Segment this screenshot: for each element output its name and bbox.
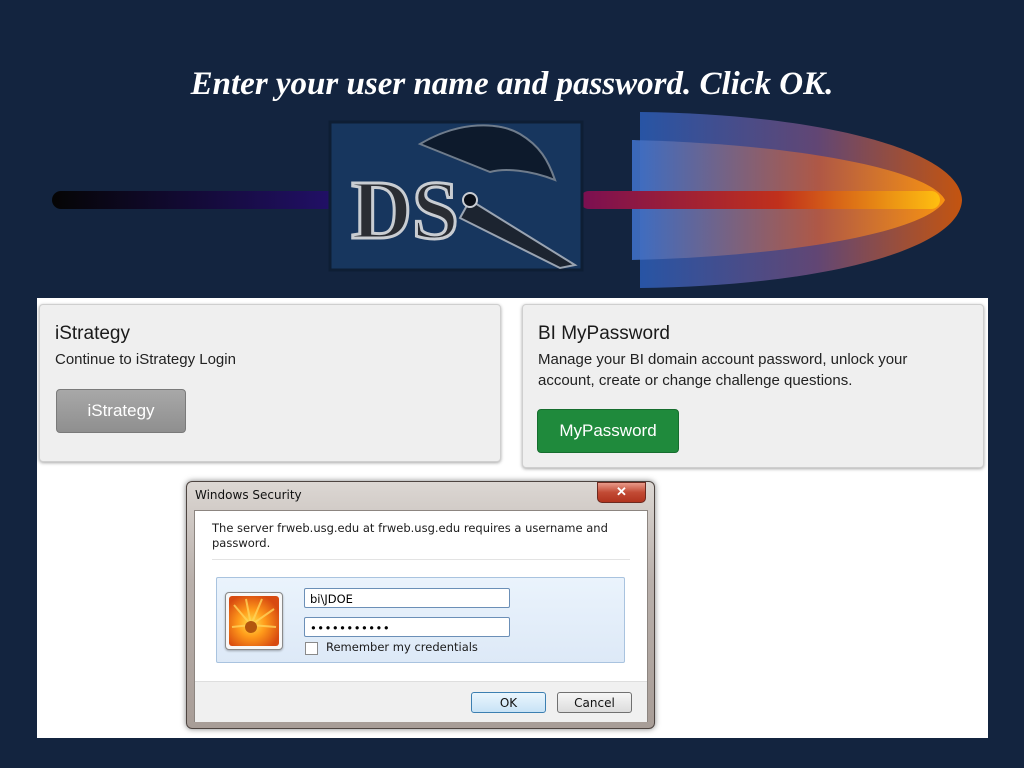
ds-roadrunner-logo-icon: DS xyxy=(328,120,584,272)
close-icon[interactable]: ✕ xyxy=(597,482,646,503)
windows-security-dialog: Windows Security ✕ The server frweb.usg.… xyxy=(186,481,655,729)
dialog-message: The server frweb.usg.edu at frweb.usg.ed… xyxy=(212,521,608,550)
istrategy-button[interactable]: iStrategy xyxy=(56,389,186,433)
remember-credentials-checkbox[interactable] xyxy=(305,642,318,655)
mypassword-button[interactable]: MyPassword xyxy=(537,409,679,453)
dialog-footer: OK Cancel xyxy=(195,681,647,722)
password-input[interactable]: ••••••••••• xyxy=(304,617,510,637)
dialog-divider xyxy=(212,559,630,560)
istrategy-panel-title: iStrategy xyxy=(55,323,130,344)
credential-tile-box: bi\JDOE ••••••••••• Remember my credenti… xyxy=(216,577,625,663)
mypassword-panel-description: Manage your BI domain account password, … xyxy=(538,351,908,389)
ok-button[interactable]: OK xyxy=(471,692,546,713)
slide-title: Enter your user name and password. Click… xyxy=(190,66,834,102)
username-input[interactable]: bi\JDOE xyxy=(304,588,510,608)
flower-user-tile-icon xyxy=(225,592,283,650)
istrategy-panel: iStrategy Continue to iStrategy Login iS… xyxy=(39,304,501,462)
dialog-title: Windows Security xyxy=(195,488,302,502)
remember-credentials-label: Remember my credentials xyxy=(326,640,478,654)
cancel-button[interactable]: Cancel xyxy=(557,692,632,713)
svg-text:DS: DS xyxy=(351,164,458,257)
dialog-body: The server frweb.usg.edu at frweb.usg.ed… xyxy=(194,510,648,722)
mypassword-panel-title: BI MyPassword xyxy=(538,323,670,344)
logo-banner: DS xyxy=(52,112,962,288)
mypassword-panel: BI MyPassword Manage your BI domain acco… xyxy=(522,304,984,468)
istrategy-panel-description: Continue to iStrategy Login xyxy=(55,351,236,368)
